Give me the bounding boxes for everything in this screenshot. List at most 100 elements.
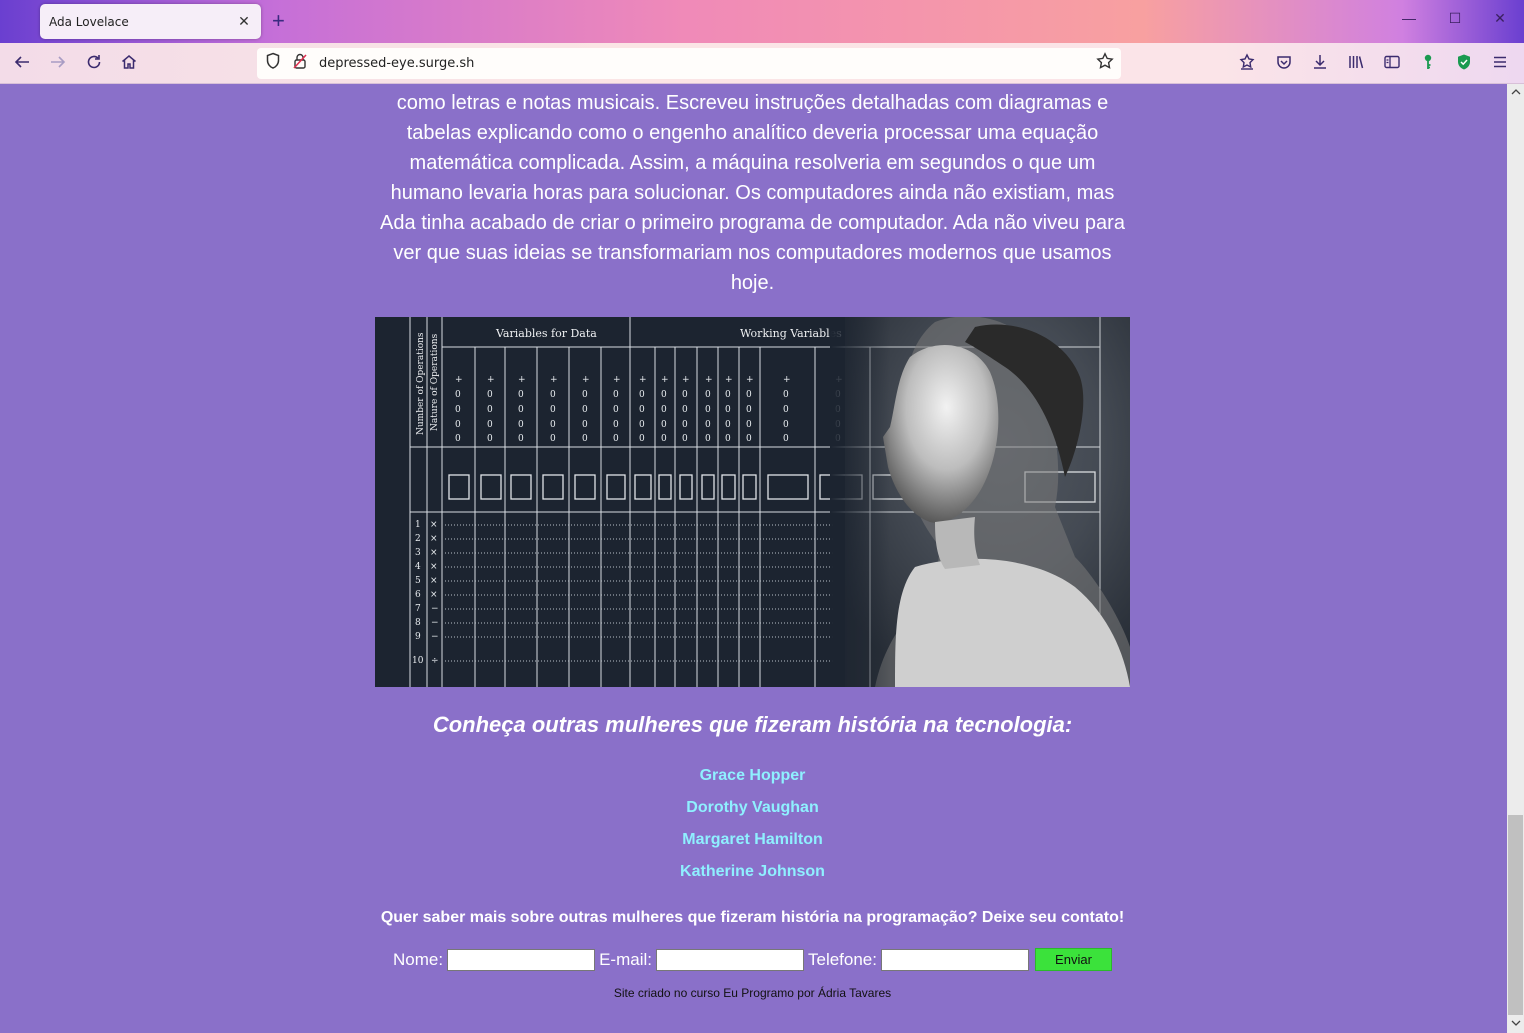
link-grace-hopper[interactable]: Grace Hopper (375, 766, 1130, 798)
insecure-lock-icon[interactable] (289, 52, 311, 74)
svg-text:0: 0 (455, 434, 461, 444)
svg-text:0: 0 (661, 405, 667, 415)
email-label: E-mail: (599, 949, 652, 969)
svg-text:0: 0 (639, 405, 645, 415)
svg-text:0: 0 (682, 405, 688, 415)
svg-text:3: 3 (415, 548, 421, 558)
svg-text:0: 0 (682, 420, 688, 430)
svg-text:7: 7 (415, 604, 421, 614)
svg-text:+: + (639, 375, 647, 385)
ada-lovelace-image: ++++++++++++++ 00000000000000 0000000000… (375, 317, 1130, 687)
contact-form: Nome: E-mail: Telefone: Enviar (300, 948, 1205, 971)
phone-label: Telefone: (807, 949, 877, 969)
svg-text:0: 0 (613, 434, 619, 444)
shield-extension-icon[interactable] (1453, 53, 1475, 75)
image-side-label-1: Number of Operations (416, 332, 426, 435)
svg-text:6: 6 (415, 590, 421, 600)
svg-text:0: 0 (746, 405, 752, 415)
link-katherine-johnson[interactable]: Katherine Johnson (375, 862, 1130, 894)
svg-text:+: + (746, 375, 754, 385)
svg-text:0: 0 (487, 420, 493, 430)
image-header-data: Variables for Data (495, 327, 597, 340)
forward-icon[interactable] (47, 53, 69, 75)
scroll-up-arrow-icon[interactable] (1507, 85, 1524, 101)
name-input[interactable] (447, 948, 596, 971)
minimize-button[interactable]: — (1399, 10, 1419, 26)
biography-paragraph: como letras e notas musicais. Escreveu i… (380, 92, 1125, 294)
svg-text:0: 0 (550, 405, 556, 415)
library-icon[interactable] (1345, 53, 1367, 75)
svg-text:×: × (430, 562, 438, 572)
svg-text:0: 0 (582, 434, 588, 444)
svg-text:0: 0 (705, 405, 711, 415)
svg-text:0: 0 (487, 405, 493, 415)
svg-text:0: 0 (746, 434, 752, 444)
svg-text:1: 1 (415, 520, 421, 530)
footer-credit: Site criado no curso Eu Programo por Ádr… (613, 986, 892, 1000)
svg-text:0: 0 (661, 434, 667, 444)
key-extension-icon[interactable] (1417, 53, 1439, 75)
svg-text:0: 0 (725, 390, 731, 400)
svg-text:0: 0 (518, 390, 524, 400)
svg-text:0: 0 (518, 420, 524, 430)
svg-text:0: 0 (639, 390, 645, 400)
menu-icon[interactable] (1489, 53, 1511, 75)
link-dorothy-vaughan[interactable]: Dorothy Vaughan (375, 798, 1130, 830)
svg-text:0: 0 (725, 420, 731, 430)
submit-button[interactable]: Enviar (1034, 948, 1112, 971)
firefox-view-icon[interactable] (1236, 53, 1258, 75)
svg-text:×: × (430, 520, 438, 530)
svg-text:0: 0 (705, 390, 711, 400)
browser-tab[interactable]: Ada Lovelace ✕ (40, 4, 261, 39)
home-icon[interactable] (118, 53, 140, 75)
svg-text:0: 0 (455, 390, 461, 400)
svg-text:+: + (682, 375, 690, 385)
svg-text:×: × (430, 590, 438, 600)
svg-text:0: 0 (487, 390, 493, 400)
maximize-button[interactable]: ☐ (1445, 10, 1465, 27)
name-label: Nome: (393, 949, 444, 969)
new-tab-button[interactable]: + (272, 8, 285, 34)
back-icon[interactable] (11, 53, 33, 75)
svg-text:2: 2 (415, 534, 421, 544)
phone-input[interactable] (880, 948, 1029, 971)
svg-text:0: 0 (550, 420, 556, 430)
svg-text:+: + (661, 375, 669, 385)
svg-text:9: 9 (415, 632, 421, 642)
email-input[interactable] (655, 948, 804, 971)
scrollbar-thumb[interactable] (1508, 815, 1523, 1015)
svg-text:0: 0 (487, 434, 493, 444)
women-links: Grace Hopper Dorothy Vaughan Margaret Ha… (375, 766, 1130, 894)
tracking-shield-icon[interactable] (262, 52, 284, 74)
svg-text:−: − (431, 618, 439, 628)
svg-text:×: × (430, 548, 438, 558)
svg-text:+: + (518, 375, 526, 385)
svg-text:0: 0 (746, 420, 752, 430)
pocket-icon[interactable] (1273, 53, 1295, 75)
svg-text:+: + (487, 375, 495, 385)
sidebar-icon[interactable] (1381, 53, 1403, 75)
scroll-down-arrow-icon[interactable] (1507, 1016, 1524, 1032)
svg-text:0: 0 (550, 390, 556, 400)
svg-text:−: − (431, 632, 439, 642)
svg-text:0: 0 (783, 420, 789, 430)
downloads-icon[interactable] (1309, 53, 1331, 75)
svg-text:0: 0 (705, 420, 711, 430)
svg-text:0: 0 (783, 405, 789, 415)
svg-text:0: 0 (682, 434, 688, 444)
svg-text:0: 0 (682, 390, 688, 400)
link-margaret-hamilton[interactable]: Margaret Hamilton (375, 830, 1130, 862)
svg-text:0: 0 (613, 390, 619, 400)
bookmark-star-icon[interactable] (1094, 52, 1116, 74)
tab-close-icon[interactable]: ✕ (236, 13, 252, 30)
svg-text:0: 0 (639, 420, 645, 430)
tab-title: Ada Lovelace (49, 14, 129, 29)
svg-text:10: 10 (412, 656, 424, 666)
svg-text:0: 0 (582, 420, 588, 430)
url-bar[interactable]: depressed-eye.surge.sh (257, 48, 1121, 79)
close-window-button[interactable]: ✕ (1490, 10, 1510, 27)
svg-text:0: 0 (783, 434, 789, 444)
section-subtitle: Conheça outras mulheres que fizeram hist… (432, 712, 1073, 737)
svg-text:0: 0 (582, 390, 588, 400)
reload-icon[interactable] (83, 53, 105, 75)
